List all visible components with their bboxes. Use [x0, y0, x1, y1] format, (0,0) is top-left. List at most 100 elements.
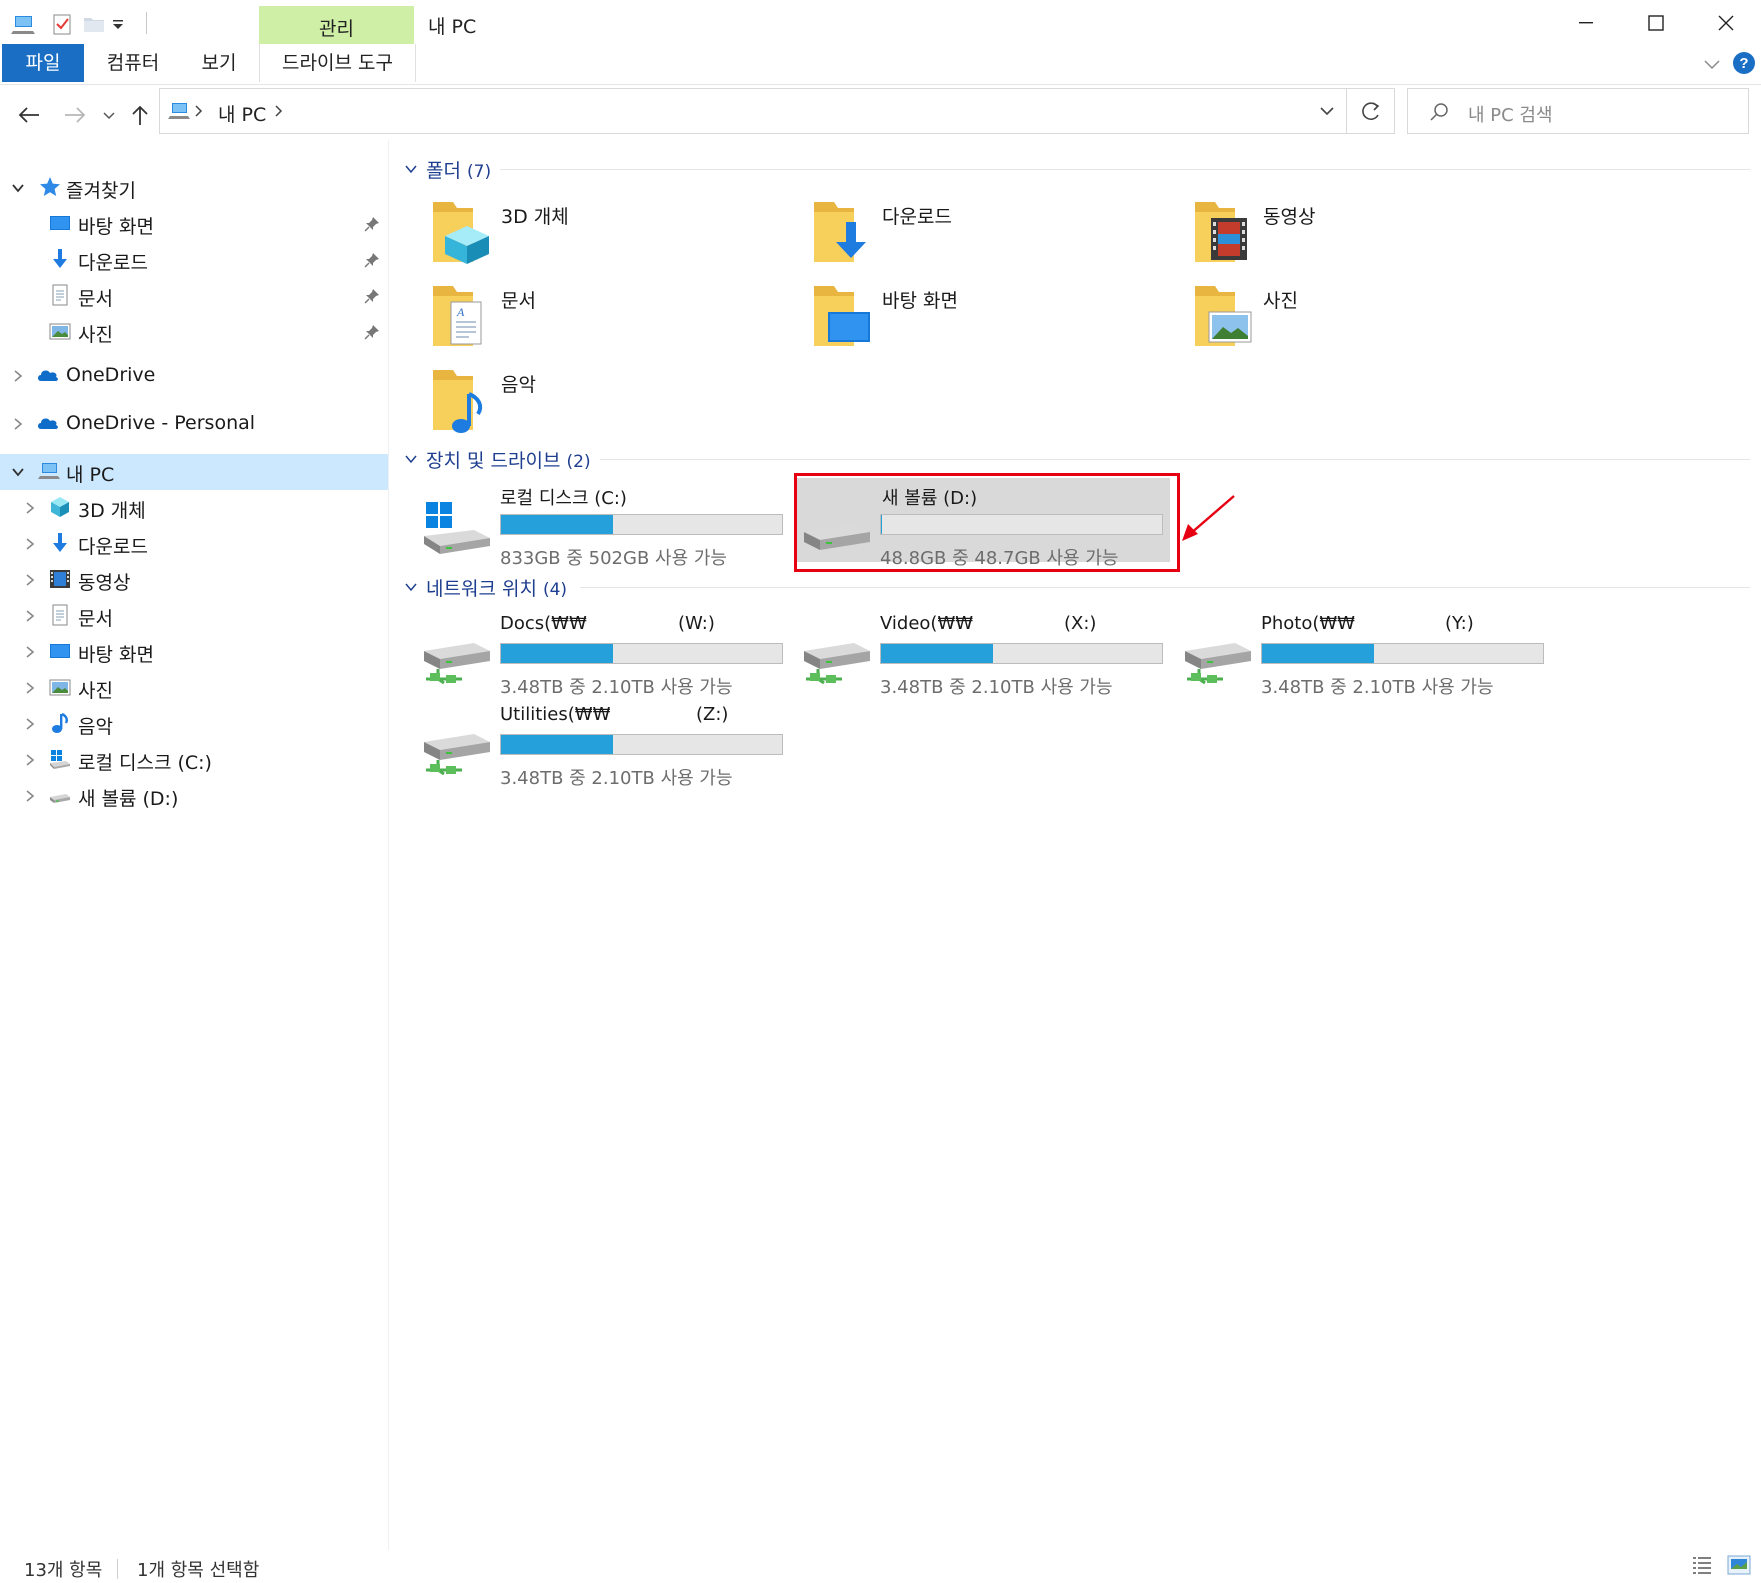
- chevron-right-icon[interactable]: [22, 536, 38, 552]
- forward-arrow-icon[interactable]: [58, 98, 92, 132]
- search-icon: [1428, 101, 1450, 123]
- network-drive-icon: [422, 627, 494, 687]
- up-arrow-icon[interactable]: [123, 98, 157, 132]
- free-space-text: 833GB 중 502GB 사용 가능: [500, 548, 727, 569]
- sidebar-item-quick-access[interactable]: 즐겨찾기: [0, 170, 388, 206]
- sidebar-item-this-pc[interactable]: 내 PC: [0, 454, 388, 490]
- group-header-network-locations[interactable]: 네트워크 위치 (4): [404, 574, 1750, 602]
- chevron-right-icon[interactable]: [22, 644, 38, 660]
- group-header-devices-drives[interactable]: 장치 및 드라이브 (2): [404, 446, 1750, 474]
- sidebar-item-downloads-pinned[interactable]: 다운로드: [0, 242, 388, 278]
- pane-divider[interactable]: [388, 140, 389, 1550]
- breadcrumb-this-pc[interactable]: 내 PC: [218, 100, 266, 127]
- sidebar-item-videos[interactable]: 동영상: [0, 562, 388, 598]
- customize-toolbar-icon[interactable]: [104, 10, 132, 38]
- sidebar-item-onedrive-personal[interactable]: OneDrive - Personal: [0, 406, 388, 442]
- tab-file[interactable]: 파일: [2, 44, 84, 82]
- this-pc-app-icon[interactable]: [10, 10, 38, 38]
- sidebar-item-local-disk-c[interactable]: 로컬 디스크 (C:): [0, 742, 388, 778]
- ribbon-expand-icon[interactable]: [1700, 52, 1724, 76]
- pin-icon[interactable]: [364, 324, 380, 340]
- chevron-down-icon[interactable]: [404, 580, 418, 594]
- chevron-down-icon[interactable]: [10, 180, 26, 196]
- address-history-chevron-icon[interactable]: [1316, 101, 1338, 121]
- folder-3d-objects[interactable]: 3D 개체: [431, 198, 811, 282]
- pin-icon[interactable]: [364, 288, 380, 304]
- pin-icon[interactable]: [364, 252, 380, 268]
- group-header-label: 폴더 (7): [426, 156, 491, 183]
- chevron-right-icon[interactable]: [22, 680, 38, 696]
- chevron-right-icon[interactable]: [22, 716, 38, 732]
- tab-drive-tools[interactable]: 드라이브 도구: [259, 44, 416, 82]
- sidebar-item-label: 바탕 화면: [78, 216, 154, 238]
- refresh-button[interactable]: [1347, 88, 1395, 134]
- sidebar-item-label: 바탕 화면: [78, 644, 154, 666]
- sidebar-item-label: OneDrive - Personal: [66, 412, 256, 434]
- chevron-right-icon[interactable]: [22, 752, 38, 768]
- folder-downloads[interactable]: 다운로드: [812, 198, 1192, 282]
- sidebar-item-onedrive[interactable]: OneDrive: [0, 358, 388, 394]
- free-space-text: 3.48TB 중 2.10TB 사용 가능: [880, 677, 1113, 698]
- sidebar-item-pictures[interactable]: 사진: [0, 670, 388, 706]
- sidebar-item-label: 즐겨찾기: [66, 180, 136, 202]
- group-header-label: 장치 및 드라이브 (2): [426, 446, 591, 473]
- annotation-highlight-box: [794, 473, 1180, 572]
- sidebar-item-3d-objects[interactable]: 3D 개체: [0, 490, 388, 526]
- folder-documents[interactable]: A 문서: [431, 282, 811, 366]
- breadcrumb-chevron-icon[interactable]: [272, 103, 286, 119]
- sidebar-item-new-volume-d[interactable]: 새 볼륨 (D:): [0, 778, 388, 814]
- large-icons-view-icon[interactable]: [1726, 1553, 1752, 1577]
- music-icon: [48, 711, 72, 735]
- network-drive-photo-y[interactable]: Photo(₩₩ (Y:) 3.48TB 중 2.10TB 사용 가능: [1183, 613, 1563, 703]
- recent-locations-chevron-icon[interactable]: [96, 98, 122, 132]
- back-arrow-icon[interactable]: [12, 98, 46, 132]
- folder-videos[interactable]: 동영상: [1193, 198, 1573, 282]
- minimize-button[interactable]: [1550, 0, 1620, 46]
- free-space-text: 3.48TB 중 2.10TB 사용 가능: [500, 768, 733, 789]
- drive-local-disk-c[interactable]: 로컬 디스크 (C:) 833GB 중 502GB 사용 가능: [422, 484, 802, 574]
- chevron-down-icon[interactable]: [10, 464, 26, 480]
- chevron-right-icon[interactable]: [22, 572, 38, 588]
- status-divider: [117, 1559, 118, 1579]
- folder-music[interactable]: 음악: [431, 366, 811, 450]
- group-header-folders[interactable]: 폴더 (7): [404, 156, 1750, 184]
- folder-desktop[interactable]: 바탕 화면: [812, 282, 1192, 366]
- folder-pictures[interactable]: 사진: [1193, 282, 1573, 366]
- details-view-icon[interactable]: [1690, 1553, 1714, 1577]
- properties-icon[interactable]: [48, 10, 76, 38]
- sidebar-item-label: 문서: [78, 608, 113, 630]
- search-input[interactable]: 내 PC 검색: [1407, 88, 1749, 134]
- sidebar-item-desktop[interactable]: 바탕 화면: [0, 634, 388, 670]
- toolbar-divider: [146, 12, 147, 34]
- sidebar-item-documents-pinned[interactable]: 문서: [0, 278, 388, 314]
- chevron-right-icon[interactable]: [10, 368, 26, 384]
- desktop-icon: [48, 639, 72, 663]
- chevron-down-icon[interactable]: [404, 162, 418, 176]
- chevron-down-icon[interactable]: [404, 452, 418, 466]
- tab-view[interactable]: 보기: [190, 44, 248, 82]
- sidebar-item-documents[interactable]: 문서: [0, 598, 388, 634]
- sidebar-item-desktop-pinned[interactable]: 바탕 화면: [0, 206, 388, 242]
- maximize-button[interactable]: [1620, 0, 1690, 46]
- onedrive-cloud-icon: [36, 363, 60, 387]
- tab-computer[interactable]: 컴퓨터: [96, 44, 170, 82]
- title-bar: 관리 내 PC: [0, 0, 1761, 46]
- chevron-right-icon[interactable]: [10, 416, 26, 432]
- network-drive-utilities-z[interactable]: Utilities(₩₩ (Z:) 3.48TB 중 2.10TB 사용 가능: [422, 704, 802, 794]
- network-drive-video-x[interactable]: Video(₩₩ (X:) 3.48TB 중 2.10TB 사용 가능: [802, 613, 1182, 703]
- close-button[interactable]: [1690, 0, 1760, 46]
- chevron-right-icon[interactable]: [22, 500, 38, 516]
- group-divider: [500, 169, 1750, 170]
- sidebar-item-pictures-pinned[interactable]: 사진: [0, 314, 388, 350]
- address-bar[interactable]: 내 PC: [159, 88, 1347, 134]
- sidebar-item-label: 사진: [78, 324, 113, 346]
- sidebar-item-downloads[interactable]: 다운로드: [0, 526, 388, 562]
- pin-icon[interactable]: [364, 216, 380, 232]
- breadcrumb-separator-icon[interactable]: [192, 103, 206, 119]
- help-icon[interactable]: ?: [1732, 51, 1756, 75]
- chevron-right-icon[interactable]: [22, 608, 38, 624]
- network-drive-docs-w[interactable]: Docs(₩₩ (W:) 3.48TB 중 2.10TB 사용 가능: [422, 613, 802, 703]
- chevron-right-icon[interactable]: [22, 788, 38, 804]
- sidebar-item-music[interactable]: 음악: [0, 706, 388, 742]
- context-tab-group-manage: 관리: [259, 6, 414, 44]
